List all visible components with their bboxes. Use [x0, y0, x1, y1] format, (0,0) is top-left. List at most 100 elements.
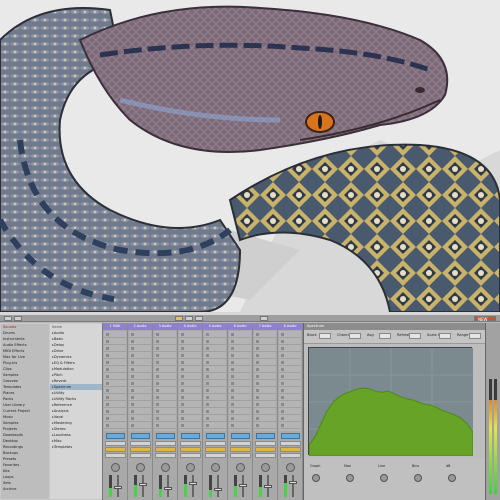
clip-slot[interactable]	[129, 338, 151, 345]
clip-slot[interactable]	[204, 422, 226, 429]
clip-slot[interactable]	[204, 338, 226, 345]
clip-slot[interactable]	[279, 415, 301, 422]
clip-slot[interactable]	[229, 408, 251, 415]
clip-slot[interactable]	[104, 345, 126, 352]
track-stop-button[interactable]	[156, 433, 175, 439]
clip-slot[interactable]	[279, 401, 301, 408]
track-name[interactable]: 3 Audio	[153, 323, 177, 330]
monitor-select[interactable]	[155, 447, 176, 452]
track-stop-button[interactable]	[231, 433, 250, 439]
clip-slot[interactable]	[279, 331, 301, 338]
device-knob[interactable]	[448, 474, 456, 482]
clip-slot[interactable]	[129, 380, 151, 387]
clip-slot[interactable]	[204, 387, 226, 394]
browser-file-item[interactable]: Templates	[50, 444, 102, 450]
clip-slot[interactable]	[254, 401, 276, 408]
clip-slot[interactable]	[129, 394, 151, 401]
track-name[interactable]: 2 Audio	[128, 323, 152, 330]
pan-knob[interactable]	[261, 463, 270, 472]
clip-slot[interactable]	[154, 338, 176, 345]
clip-slot[interactable]	[229, 380, 251, 387]
output-select[interactable]	[280, 453, 301, 458]
tap-button[interactable]	[4, 316, 12, 321]
clip-slot[interactable]	[254, 394, 276, 401]
fader-cap[interactable]	[289, 481, 297, 485]
device-knob[interactable]	[312, 474, 320, 482]
clip-slot[interactable]	[104, 352, 126, 359]
pan-knob[interactable]	[136, 463, 145, 472]
clip-slot[interactable]	[104, 401, 126, 408]
output-select[interactable]	[205, 453, 226, 458]
record-button[interactable]	[195, 316, 203, 321]
track-stop-button[interactable]	[131, 433, 150, 439]
device-knob[interactable]	[346, 474, 354, 482]
clip-slot[interactable]	[279, 373, 301, 380]
clip-slot[interactable]	[154, 380, 176, 387]
input-select[interactable]	[155, 441, 176, 446]
monitor-select[interactable]	[180, 447, 201, 452]
track-stop-button[interactable]	[281, 433, 300, 439]
monitor-select[interactable]	[280, 447, 301, 452]
clip-slot[interactable]	[279, 352, 301, 359]
clip-slot[interactable]	[129, 387, 151, 394]
track-stop-button[interactable]	[206, 433, 225, 439]
clip-slot[interactable]	[104, 373, 126, 380]
clip-slot[interactable]	[229, 415, 251, 422]
clip-slot[interactable]	[279, 380, 301, 387]
clip-slot[interactable]	[254, 331, 276, 338]
clip-slot[interactable]	[129, 345, 151, 352]
clip-slot[interactable]	[204, 359, 226, 366]
device-control-value[interactable]	[469, 333, 481, 339]
clip-slot[interactable]	[204, 352, 226, 359]
clip-slot[interactable]	[154, 331, 176, 338]
clip-slot[interactable]	[254, 380, 276, 387]
track-fader[interactable]	[292, 475, 294, 497]
stop-button[interactable]	[185, 316, 193, 321]
clip-slot[interactable]	[104, 366, 126, 373]
output-select[interactable]	[105, 453, 126, 458]
pan-knob[interactable]	[236, 463, 245, 472]
clip-slot[interactable]	[179, 338, 201, 345]
pan-knob[interactable]	[161, 463, 170, 472]
clip-slot[interactable]	[154, 387, 176, 394]
clip-slot[interactable]	[229, 373, 251, 380]
clip-slot[interactable]	[179, 387, 201, 394]
device-control-value[interactable]	[409, 333, 421, 339]
clip-slot[interactable]	[229, 387, 251, 394]
clip-slot[interactable]	[129, 331, 151, 338]
clip-slot[interactable]	[254, 359, 276, 366]
clip-slot[interactable]	[154, 408, 176, 415]
output-select[interactable]	[230, 453, 251, 458]
monitor-select[interactable]	[205, 447, 226, 452]
pan-knob[interactable]	[186, 463, 195, 472]
track-name[interactable]: 1 MIDI	[103, 323, 127, 330]
clip-slot[interactable]	[254, 373, 276, 380]
clip-slot[interactable]	[154, 366, 176, 373]
track-name[interactable]: 5 Audio	[203, 323, 227, 330]
clip-slot[interactable]	[229, 422, 251, 429]
clip-slot[interactable]	[254, 352, 276, 359]
clip-slot[interactable]	[204, 401, 226, 408]
clip-slot[interactable]	[154, 359, 176, 366]
clip-slot[interactable]	[104, 359, 126, 366]
clip-slot[interactable]	[179, 394, 201, 401]
fader-cap[interactable]	[139, 483, 147, 487]
monitor-select[interactable]	[130, 447, 151, 452]
device-control-value[interactable]	[379, 333, 391, 339]
clip-slot[interactable]	[229, 352, 251, 359]
clip-slot[interactable]	[179, 415, 201, 422]
clip-slot[interactable]	[254, 408, 276, 415]
clip-slot[interactable]	[129, 422, 151, 429]
clip-slot[interactable]	[104, 415, 126, 422]
clip-slot[interactable]	[229, 345, 251, 352]
clip-slot[interactable]	[129, 352, 151, 359]
clip-slot[interactable]	[279, 338, 301, 345]
fader-cap[interactable]	[264, 484, 272, 488]
track-name[interactable]: 4 Audio	[178, 323, 202, 330]
output-select[interactable]	[255, 453, 276, 458]
clip-slot[interactable]	[229, 366, 251, 373]
input-select[interactable]	[130, 441, 151, 446]
clip-slot[interactable]	[179, 380, 201, 387]
clip-slot[interactable]	[179, 352, 201, 359]
clip-slot[interactable]	[204, 373, 226, 380]
